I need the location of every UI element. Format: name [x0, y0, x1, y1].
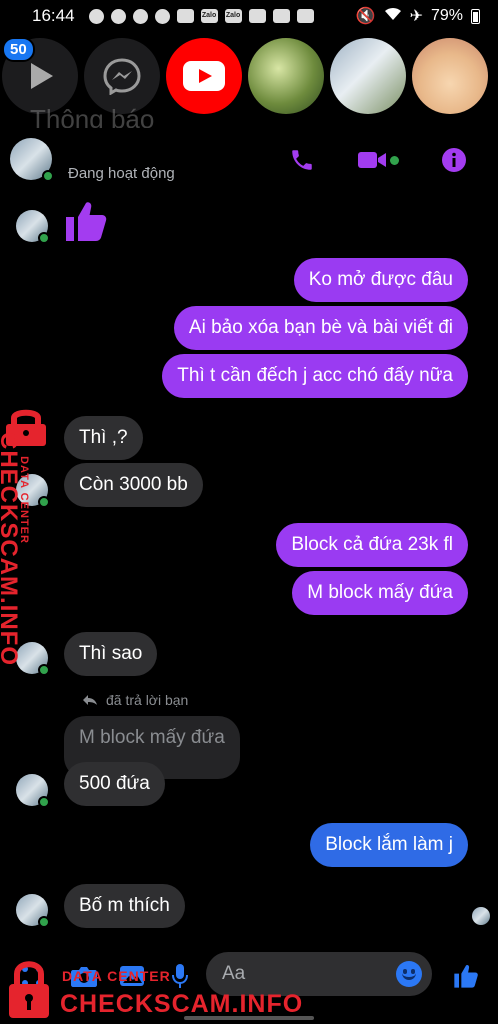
youtube-icon [296, 9, 314, 23]
messenger-logo-icon [103, 58, 141, 95]
message-bubble-outgoing[interactable]: Ko mở được đâu [293, 258, 468, 302]
battery-text: 79% [430, 7, 463, 24]
message-bubble-outgoing[interactable]: Block lắm làm j [310, 823, 468, 867]
message-bubble-incoming[interactable]: 500 đứa [64, 762, 165, 806]
like-sticker [62, 196, 110, 251]
airplane-icon: ✈ [409, 8, 423, 25]
hotspot-icon [176, 9, 194, 23]
info-button[interactable] [440, 146, 468, 174]
watermark-bottom: DATA CENTER CHECKSCAM.INFO [6, 958, 306, 1022]
message-bubble-outgoing[interactable]: M block mấy đứa [292, 571, 468, 615]
sender-avatar[interactable] [16, 894, 50, 928]
video-call-button[interactable] [356, 146, 400, 174]
message-bubble-incoming[interactable]: Còn 3000 bb [64, 463, 203, 507]
reply-label-text: đã trả lời bạn [106, 692, 189, 708]
messenger-icon-3 [154, 8, 170, 24]
active-status: Đang hoạt động [68, 165, 175, 182]
watermark-side: DATA CENTER CHECKSCAM.INFO [0, 408, 54, 666]
unread-badge: 50 [2, 37, 35, 62]
notification-icons: Zalo Zalo [88, 8, 314, 24]
watermark-bottom-brand: CHECKSCAM.INFO [60, 990, 304, 1018]
status-bar: 16:44 Zalo Zalo 🔇 ✈ 79% [0, 0, 498, 32]
header-actions [288, 146, 468, 174]
chat-head-photo-cat[interactable] [412, 38, 488, 114]
reply-arrow-icon [83, 695, 97, 705]
message-bubble-incoming[interactable]: Thì ,? [64, 416, 143, 460]
info-icon [442, 148, 466, 172]
message-bubble-outgoing[interactable]: Thì t cần đếch j acc chó đấy nữa [162, 354, 468, 398]
sender-avatar[interactable] [16, 774, 50, 808]
message-bubble-outgoing[interactable]: Ai bảo xóa bạn bè và bài viết đi [173, 306, 468, 350]
chat-head-messenger[interactable] [84, 38, 160, 114]
chat-head-youtube[interactable] [166, 38, 242, 114]
seen-receipt-avatar [472, 907, 490, 925]
watermark-side-brand: CHECKSCAM.INFO [0, 432, 22, 666]
alert-icon [272, 9, 290, 23]
watermark-bottom-sub: DATA CENTER [62, 968, 171, 984]
message-bubble-incoming[interactable]: Bố m thích [64, 884, 185, 928]
reply-label: đã trả lời bạn [82, 692, 188, 708]
wifi-icon [384, 7, 402, 26]
youtube-logo-icon [183, 61, 225, 91]
battery-icon [471, 8, 480, 24]
chat-head-photo-nature[interactable] [248, 38, 324, 114]
send-like-button[interactable] [452, 962, 480, 990]
smiley-icon [402, 973, 416, 980]
messenger-icon [110, 8, 126, 24]
cloud-icon [88, 8, 104, 24]
message-bubble-incoming[interactable]: Thì sao [64, 632, 158, 676]
download-icon [248, 9, 266, 23]
video-online-dot [390, 155, 399, 165]
thumbs-up-icon [454, 965, 478, 988]
chat-head-photo-document[interactable] [330, 38, 406, 114]
sender-avatar[interactable] [16, 210, 50, 244]
online-indicator [42, 170, 54, 182]
conversation-header: Đang hoạt động [0, 128, 498, 190]
status-time: 16:44 [32, 6, 75, 25]
message-bubble-outgoing[interactable]: Block cả đứa 23k fl [276, 523, 468, 567]
phone-icon [292, 150, 312, 170]
zalo-icon: Zalo [200, 9, 218, 23]
zalo-icon-2: Zalo [224, 9, 242, 23]
video-camera-icon [358, 152, 386, 168]
contact-avatar[interactable] [10, 138, 54, 182]
phone-call-button[interactable] [288, 146, 316, 174]
online-indicator [38, 796, 50, 808]
online-indicator [38, 232, 50, 244]
play-icon [31, 63, 53, 89]
online-indicator [38, 916, 50, 928]
online-indicator [38, 664, 50, 676]
emoji-button[interactable] [396, 961, 422, 987]
thumbs-up-icon [66, 202, 107, 241]
status-right: 🔇 ✈ 79% [356, 6, 480, 26]
padlock-icon [9, 961, 49, 1018]
messenger-icon-2 [132, 8, 148, 24]
mute-icon: 🔇 [355, 8, 376, 25]
